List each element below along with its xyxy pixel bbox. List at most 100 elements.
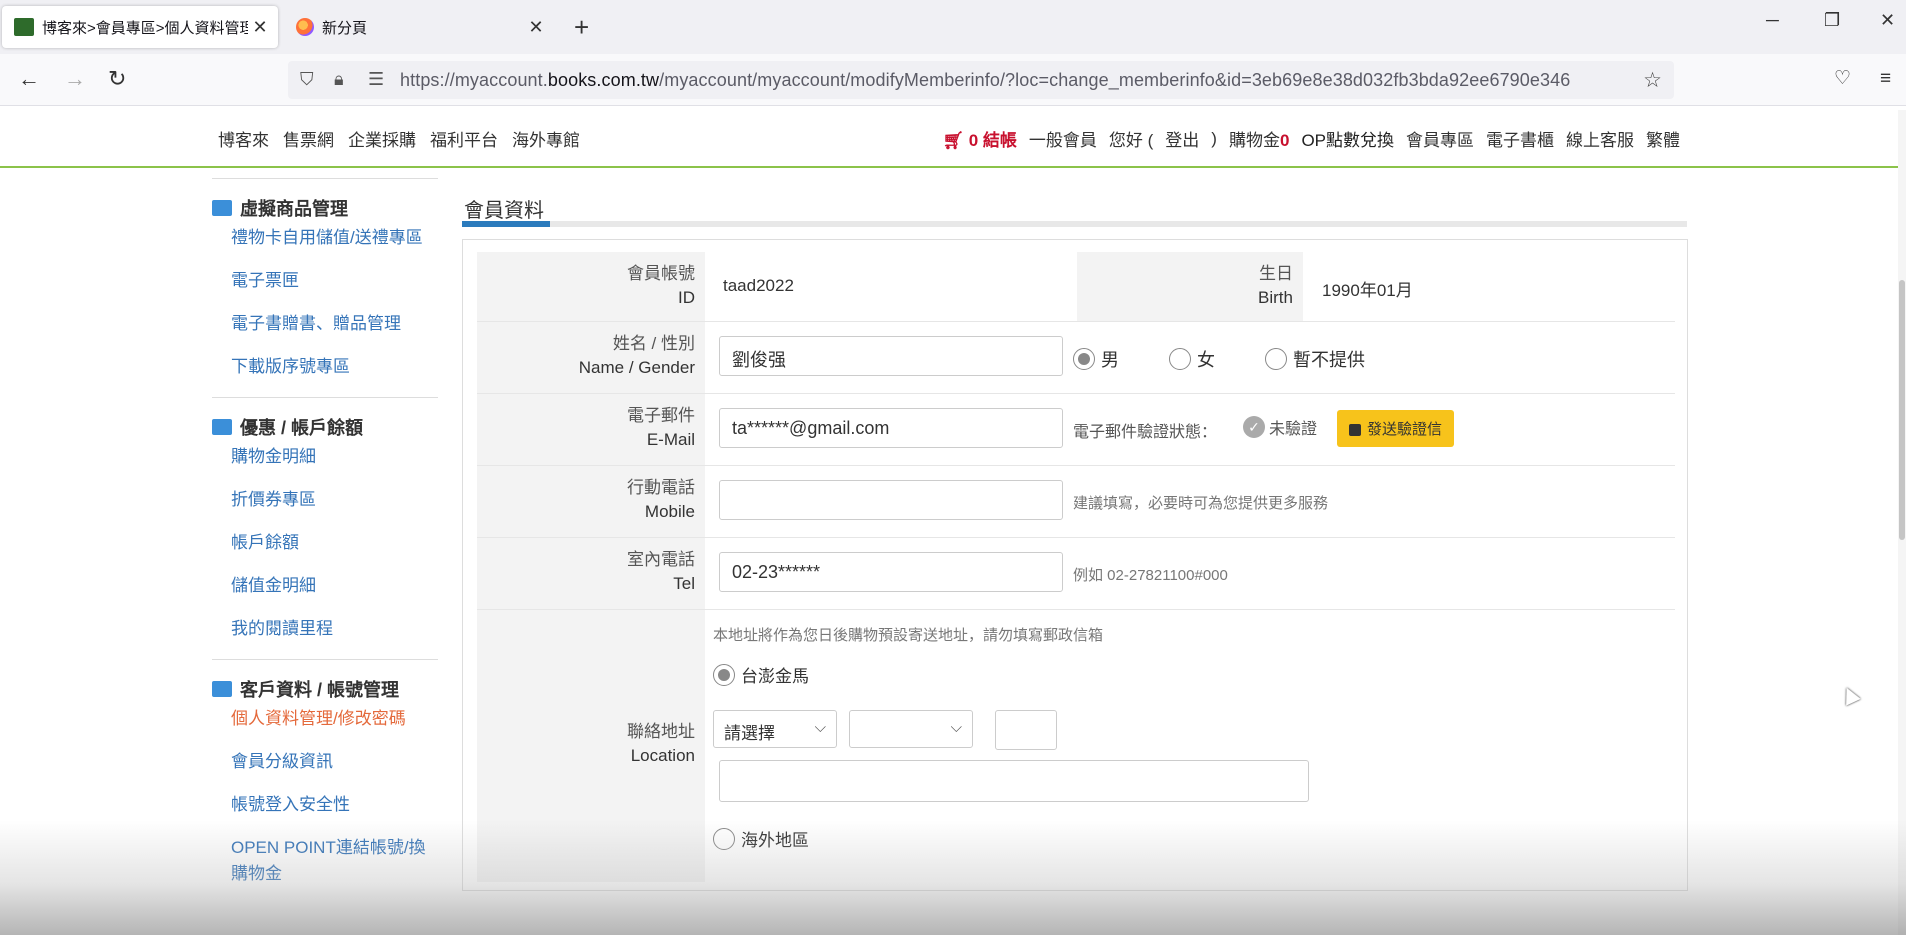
street-input[interactable]: [719, 760, 1309, 802]
member-links: 🛒︎ 0 結帳 一般會員 您好 ( 登出 ) 購物金0 OP點數兌換 會員專區 …: [942, 126, 1680, 151]
new-tab-button[interactable]: +: [574, 12, 589, 42]
mouse-cursor-icon: [1839, 684, 1861, 706]
lock-icon: [1349, 423, 1361, 436]
cart-icon: 🛒︎: [942, 131, 964, 150]
tab-close-icon[interactable]: ✕: [248, 17, 272, 38]
site-favicon-icon: [14, 18, 34, 36]
account-value: taad2022: [723, 276, 794, 295]
mobile-input[interactable]: [719, 480, 1063, 520]
page-title: 會員資料: [464, 200, 544, 222]
link-enterprise[interactable]: 企業採購: [348, 126, 416, 151]
menu-icon[interactable]: ≡: [1880, 66, 1891, 92]
site-top-links: 博客來 售票網 企業採購 福利平台 海外專館: [218, 126, 580, 151]
greeting: 您好 (: [1108, 131, 1154, 150]
sidebar-item-reading-miles[interactable]: 我的閱讀里程: [212, 616, 438, 642]
sidebar-item-openpoint[interactable]: OPEN POINT連結帳號/換購物金: [212, 835, 438, 887]
radio-icon: [713, 827, 735, 850]
active-tab-indicator: [462, 221, 550, 227]
page-scrollbar[interactable]: [1898, 110, 1906, 935]
gender-female-radio[interactable]: 女: [1169, 346, 1215, 372]
reload-icon[interactable]: ↻: [108, 66, 126, 92]
label-name: 姓名 / 性別 Name / Gender: [477, 322, 705, 393]
link-member-area[interactable]: 會員專區: [1406, 126, 1474, 151]
bookmark-star-icon[interactable]: ☆: [1643, 68, 1662, 93]
url-text[interactable]: https://myaccount.books.com.tw/myaccount…: [400, 70, 1570, 91]
link-traditional[interactable]: 繁體: [1646, 126, 1680, 151]
member-level: 一般會員: [1028, 131, 1097, 150]
domestic-radio[interactable]: 台澎金馬: [713, 662, 809, 687]
window-close-icon[interactable]: ✕: [1880, 10, 1895, 31]
sidebar-item-ebook-gift[interactable]: 電子書贈書、贈品管理: [212, 311, 438, 337]
greeting-close: ): [1211, 128, 1217, 148]
sidebar-item-balance[interactable]: 帳戶餘額: [212, 530, 438, 556]
sidebar-item-giftcard[interactable]: 禮物卡自用儲值/送禮專區: [212, 225, 438, 251]
zip-input[interactable]: [995, 710, 1057, 750]
radio-icon: [1073, 348, 1095, 370]
tab-close-icon[interactable]: ✕: [524, 17, 548, 38]
shield-icon[interactable]: ⛉: [300, 69, 314, 90]
tab-title: 新分頁: [322, 19, 368, 37]
label-birth: 生日 Birth: [1077, 252, 1303, 321]
link-welfare[interactable]: 福利平台: [430, 126, 498, 151]
gender-male-radio[interactable]: 男: [1073, 346, 1119, 372]
label-mobile: 行動電話 Mobile: [477, 466, 705, 537]
link-tickets[interactable]: 售票網: [283, 126, 334, 151]
firefox-icon: [296, 18, 314, 36]
divider: [212, 397, 438, 398]
back-icon[interactable]: ←: [18, 66, 40, 92]
sidebar-item-download-serial[interactable]: 下載版序號專區: [212, 354, 438, 380]
label-tel: 室內電話 Tel: [477, 538, 705, 609]
link-books[interactable]: 博客來: [218, 126, 269, 151]
overseas-radio[interactable]: 海外地區: [713, 826, 809, 851]
sidebar-item-stored-value[interactable]: 儲值金明細: [212, 573, 438, 599]
pocket-icon[interactable]: ♡: [1834, 66, 1851, 92]
label-email: 電子郵件 E-Mail: [477, 394, 705, 465]
logout-link[interactable]: 登出: [1165, 126, 1199, 151]
gender-none-radio[interactable]: 暫不提供: [1265, 346, 1365, 372]
browser-tab-new[interactable]: 新分頁 ✕: [284, 6, 554, 48]
browser-tab-active[interactable]: 博客來>會員專區>個人資料管理 ✕: [2, 6, 278, 48]
sidebar-item-coupons[interactable]: 折價券專區: [212, 487, 438, 513]
row-address: 聯絡地址 Location 本地址將作為您日後購物預設寄送地址，請勿填寫郵政信箱 …: [477, 610, 1675, 882]
email-status: ✓ 未驗證: [1243, 415, 1317, 439]
scrollbar-thumb[interactable]: [1899, 280, 1905, 540]
title-tab-bar: [462, 221, 1687, 227]
forward-icon[interactable]: →: [64, 66, 86, 92]
browser-nav-bar: ← → ↻ ⛉ 🔒︎ ☰ https://myaccount.books.com…: [0, 54, 1906, 106]
section-virtual-goods: 虛擬商品管理: [212, 191, 438, 225]
row-email: 電子郵件 E-Mail ta******@gmail.com 電子郵件驗證狀態： …: [477, 394, 1675, 466]
city-select[interactable]: 請選擇 ⌵: [713, 710, 837, 748]
sidebar-item-eticket[interactable]: 電子票匣: [212, 268, 438, 294]
email-status-label: 電子郵件驗證狀態：: [1073, 424, 1218, 441]
link-customer-service[interactable]: 線上客服: [1566, 126, 1634, 151]
send-verification-button[interactable]: 發送驗證信: [1337, 410, 1455, 447]
divider: [212, 659, 438, 660]
row-mobile: 行動電話 Mobile 建議填寫，必要時可為您提供更多服務: [477, 466, 1675, 538]
check-icon: ✓: [1243, 416, 1265, 438]
address-bar[interactable]: ⛉ 🔒︎ ☰ https://myaccount.books.com.tw/my…: [288, 61, 1674, 99]
row-name: 姓名 / 性別 Name / Gender 劉俊强 男 女 暫不提供: [477, 322, 1675, 394]
cart-link[interactable]: 🛒︎ 0 結帳: [942, 126, 1017, 151]
sidebar-item-profile[interactable]: 個人資料管理/修改密碼: [212, 706, 438, 732]
link-ebook-shelf[interactable]: 電子書櫃: [1486, 126, 1554, 151]
tel-input[interactable]: 02-23******: [719, 552, 1063, 592]
name-input[interactable]: 劉俊强: [719, 336, 1063, 376]
radio-icon: [1265, 348, 1287, 370]
sidebar-item-shopping-credit[interactable]: 購物金明細: [212, 444, 438, 470]
chevron-down-icon: ⌵: [814, 719, 826, 736]
points-link[interactable]: 購物金0: [1229, 126, 1289, 151]
label-address: 聯絡地址 Location: [477, 610, 705, 882]
email-input[interactable]: ta******@gmail.com: [719, 408, 1063, 448]
link-op-points[interactable]: OP點數兌換: [1301, 126, 1394, 151]
minimize-icon[interactable]: ─: [1766, 10, 1779, 31]
permissions-icon[interactable]: ☰: [368, 69, 384, 90]
link-overseas[interactable]: 海外專館: [512, 126, 580, 151]
site-header: 博客來 售票網 企業採購 福利平台 海外專館 🛒︎ 0 結帳 一般會員 您好 (…: [0, 106, 1906, 168]
chevron-down-icon: ⌵: [950, 719, 962, 736]
lock-icon[interactable]: 🔒︎: [334, 69, 344, 90]
restore-icon[interactable]: ❐: [1824, 10, 1840, 31]
sidebar-item-login-security[interactable]: 帳號登入安全性: [212, 792, 438, 818]
section-title: 優惠 / 帳戶餘額: [240, 418, 364, 438]
sidebar-item-member-level[interactable]: 會員分級資訊: [212, 749, 438, 775]
district-select[interactable]: ⌵: [849, 710, 973, 748]
